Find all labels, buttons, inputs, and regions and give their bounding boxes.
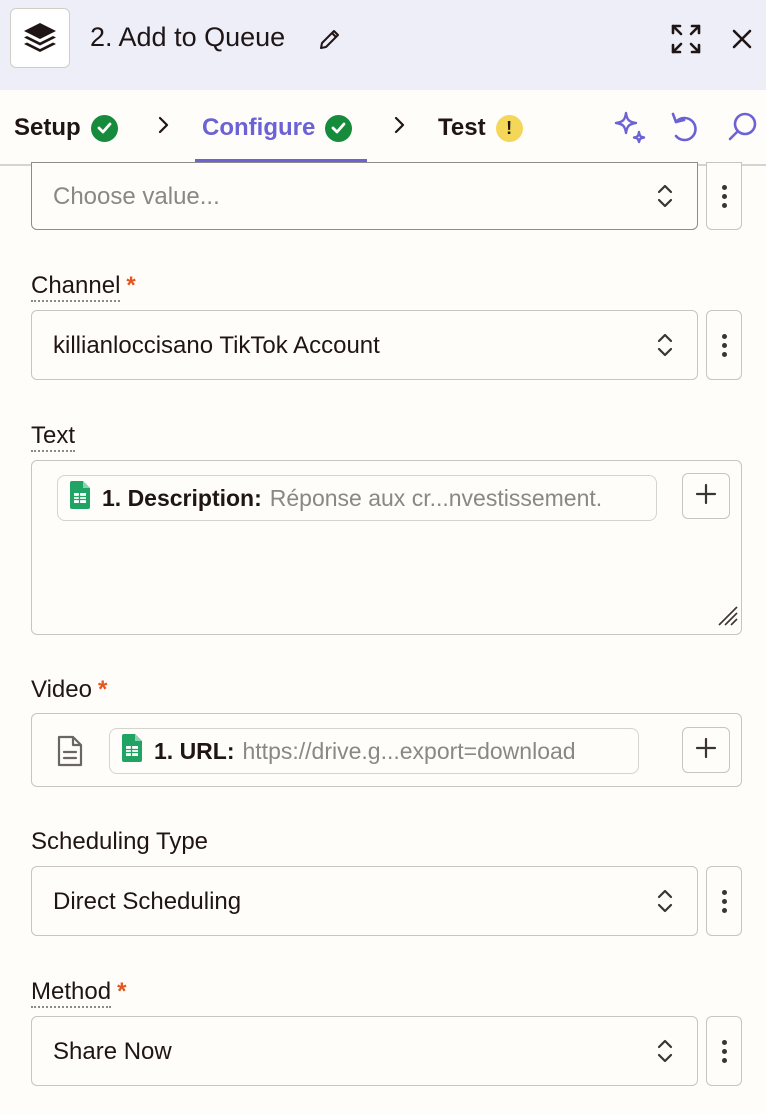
sparkle-icon[interactable]	[612, 109, 648, 150]
method-label-text: Method	[31, 978, 112, 1008]
text-label-text: Text	[31, 422, 76, 452]
tab-configure-label: Configure	[202, 114, 316, 141]
video-label-text: Video	[31, 676, 92, 703]
pill-value: https://drive.g...export=download	[242, 737, 576, 764]
close-icon[interactable]	[731, 28, 753, 55]
channel-select[interactable]: killianloccisano TikTok Account	[31, 310, 698, 380]
file-icon	[57, 735, 83, 772]
video-label: Video *	[31, 675, 107, 705]
undo-icon[interactable]	[668, 109, 702, 150]
expand-icon[interactable]	[670, 23, 702, 60]
updown-chevron-icon	[655, 886, 675, 921]
tab-configure[interactable]: Configure	[202, 113, 353, 143]
required-marker: *	[117, 978, 127, 1005]
scheduling-type-value: Direct Scheduling	[53, 888, 242, 915]
url-mapped-pill[interactable]: 1. URL: https://drive.g...export=downloa…	[109, 728, 639, 774]
method-menu-button[interactable]	[706, 1016, 742, 1086]
pill-key: 1. Description:	[102, 484, 262, 511]
value-select[interactable]: Choose value...	[31, 162, 698, 230]
method-value: Share Now	[53, 1038, 172, 1065]
resize-handle-icon[interactable]	[715, 603, 739, 632]
scheduling-type-label: Scheduling Type	[31, 827, 208, 857]
scheduling-type-label-text: Scheduling Type	[31, 828, 209, 855]
description-mapped-pill[interactable]: 1. Description: Réponse aux cr...nvestis…	[57, 475, 657, 521]
select-placeholder: Choose value...	[53, 183, 220, 210]
google-sheets-icon	[70, 481, 90, 515]
updown-chevron-icon	[655, 181, 675, 216]
pencil-icon[interactable]	[318, 27, 342, 56]
channel-value: killianloccisano TikTok Account	[53, 332, 380, 359]
video-field[interactable]: 1. URL: https://drive.g...export=downloa…	[31, 713, 742, 787]
scheduling-type-menu-button[interactable]	[706, 866, 742, 936]
method-label: Method *	[31, 977, 127, 1008]
channel-label: Channel *	[31, 271, 136, 302]
step-title: 2. Add to Queue	[90, 22, 286, 52]
check-circle-icon	[90, 114, 118, 142]
buffer-app-icon	[10, 8, 70, 68]
panel-header: 2. Add to Queue	[0, 0, 766, 90]
insert-data-button[interactable]	[682, 727, 730, 773]
required-marker: *	[126, 272, 136, 299]
text-label: Text	[31, 421, 76, 452]
required-marker: *	[97, 676, 108, 703]
tab-setup[interactable]: Setup	[14, 113, 118, 143]
insert-data-button[interactable]	[682, 473, 730, 519]
google-sheets-icon	[122, 734, 142, 768]
tab-test-label: Test	[438, 114, 486, 141]
chevron-right-icon	[392, 114, 406, 141]
pill-key: 1. URL:	[154, 737, 235, 764]
check-circle-icon	[325, 114, 353, 142]
text-field[interactable]: 1. Description: Réponse aux cr...nvestis…	[31, 460, 742, 635]
pill-value: Réponse aux cr...nvestissement.	[269, 484, 603, 511]
tab-test[interactable]: Test !	[438, 113, 523, 143]
plus-icon	[695, 483, 717, 510]
channel-label-text: Channel	[31, 272, 121, 302]
method-select[interactable]: Share Now	[31, 1016, 698, 1086]
chevron-right-icon	[156, 114, 170, 141]
field-menu-button[interactable]	[706, 162, 742, 230]
tab-setup-label: Setup	[14, 114, 81, 141]
channel-menu-button[interactable]	[706, 310, 742, 380]
updown-chevron-icon	[655, 330, 675, 365]
warning-icon: !	[495, 114, 523, 142]
search-icon[interactable]	[726, 109, 760, 150]
scheduling-type-select[interactable]: Direct Scheduling	[31, 866, 698, 936]
updown-chevron-icon	[655, 1036, 675, 1071]
plus-icon	[695, 737, 717, 764]
